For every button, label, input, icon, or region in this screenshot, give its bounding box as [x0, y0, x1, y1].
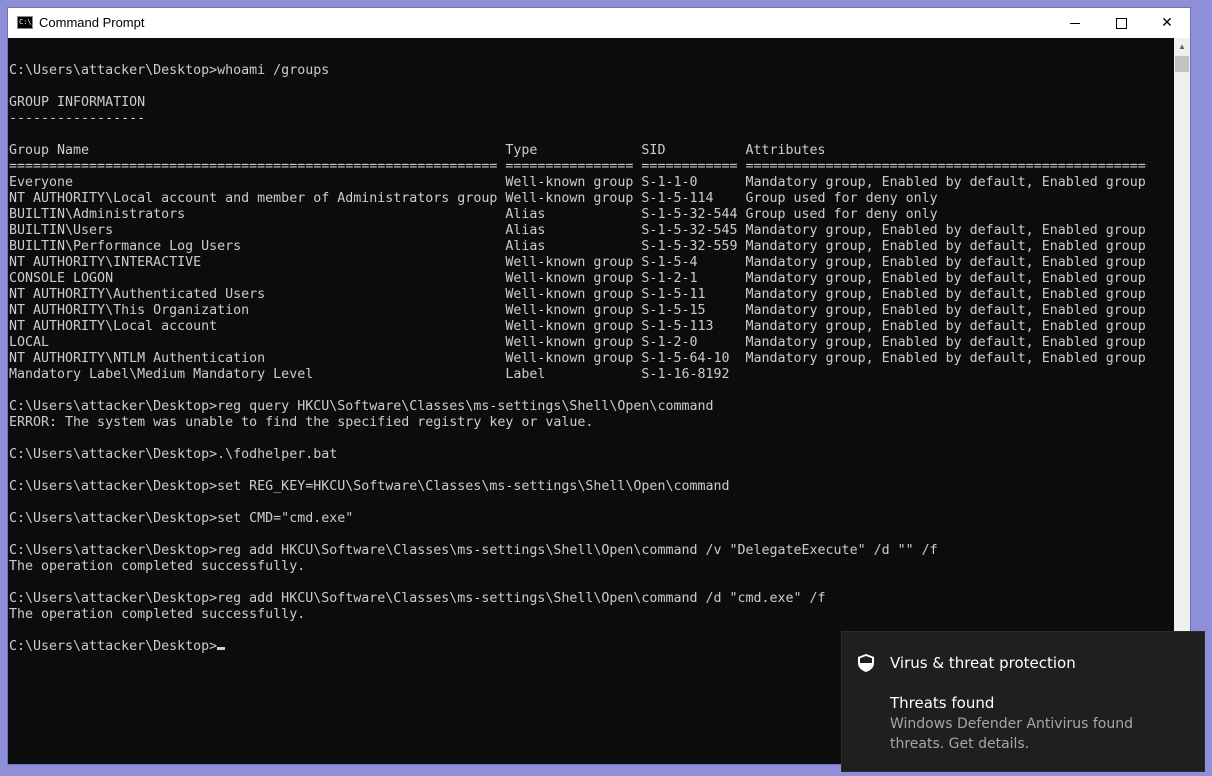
console-line: C:\Users\attacker\Desktop>.\fodhelper.ba…	[9, 447, 338, 462]
console-line: Mandatory Label\Medium Mandatory Level L…	[9, 367, 730, 382]
console-line: C:\Users\attacker\Desktop>reg add HKCU\S…	[9, 543, 938, 558]
console-line: CONSOLE LOGON Well-known group S-1-2-1 M…	[9, 271, 1146, 286]
console-line: The operation completed successfully.	[9, 559, 306, 574]
notification-heading: Threats found	[890, 694, 995, 712]
console-line: ERROR: The system was unable to find the…	[9, 415, 594, 430]
console-line: ========================================…	[9, 159, 1146, 174]
window-title: Command Prompt	[39, 15, 145, 30]
scroll-thumb[interactable]	[1175, 56, 1189, 72]
maximize-icon	[1115, 17, 1127, 29]
maximize-button[interactable]	[1098, 8, 1144, 38]
console-line: BUILTIN\Performance Log Users Alias S-1-…	[9, 239, 1146, 254]
title-bar[interactable]: C:\_ Command Prompt ✕	[8, 8, 1190, 38]
console-line: C:\Users\attacker\Desktop>set REG_KEY=HK…	[9, 479, 730, 494]
notification-app-name: Virus & threat protection	[890, 654, 1076, 672]
text-cursor	[217, 647, 226, 650]
close-button[interactable]: ✕	[1144, 8, 1190, 38]
console-line: C:\Users\attacker\Desktop>reg query HKCU…	[9, 399, 714, 414]
console-line: NT AUTHORITY\This Organization Well-know…	[9, 303, 1146, 318]
notification-body: Windows Defender Antivirus found threats…	[890, 716, 1133, 752]
console-line: C:\Users\attacker\Desktop>reg add HKCU\S…	[9, 591, 826, 606]
minimize-button[interactable]	[1052, 8, 1098, 38]
console-line: C:\Users\attacker\Desktop>set CMD="cmd.e…	[9, 511, 354, 526]
console-line: -----------------	[9, 111, 146, 126]
console-line: NT AUTHORITY\Local account Well-known gr…	[9, 319, 1146, 334]
console-line: NT AUTHORITY\INTERACTIVE Well-known grou…	[9, 255, 1146, 270]
console-line: C:\Users\attacker\Desktop>	[9, 639, 226, 655]
shield-icon	[858, 654, 874, 672]
console-line: BUILTIN\Users Alias S-1-5-32-545 Mandato…	[9, 223, 1146, 238]
console-line: BUILTIN\Administrators Alias S-1-5-32-54…	[9, 207, 938, 222]
console-line: NT AUTHORITY\Authenticated Users Well-kn…	[9, 287, 1146, 302]
console-line: Group Name Type SID Attributes	[9, 143, 826, 158]
console-line: Everyone Well-known group S-1-1-0 Mandat…	[9, 175, 1146, 190]
console-line: LOCAL Well-known group S-1-2-0 Mandatory…	[9, 335, 1146, 350]
console-line: C:\Users\attacker\Desktop>whoami /groups	[9, 63, 330, 78]
defender-notification[interactable]: Virus & threat protection Threats found …	[841, 631, 1205, 772]
close-icon: ✕	[1161, 15, 1173, 31]
console-line: The operation completed successfully.	[9, 607, 306, 622]
console-line: GROUP INFORMATION	[9, 95, 146, 110]
console-line: NT AUTHORITY\NTLM Authentication Well-kn…	[9, 351, 1146, 366]
console-line: NT AUTHORITY\Local account and member of…	[9, 191, 938, 206]
console-icon: C:\_	[17, 16, 36, 29]
scroll-up-arrow-icon[interactable]: ▲	[1174, 38, 1190, 55]
minimize-icon	[1070, 22, 1080, 24]
